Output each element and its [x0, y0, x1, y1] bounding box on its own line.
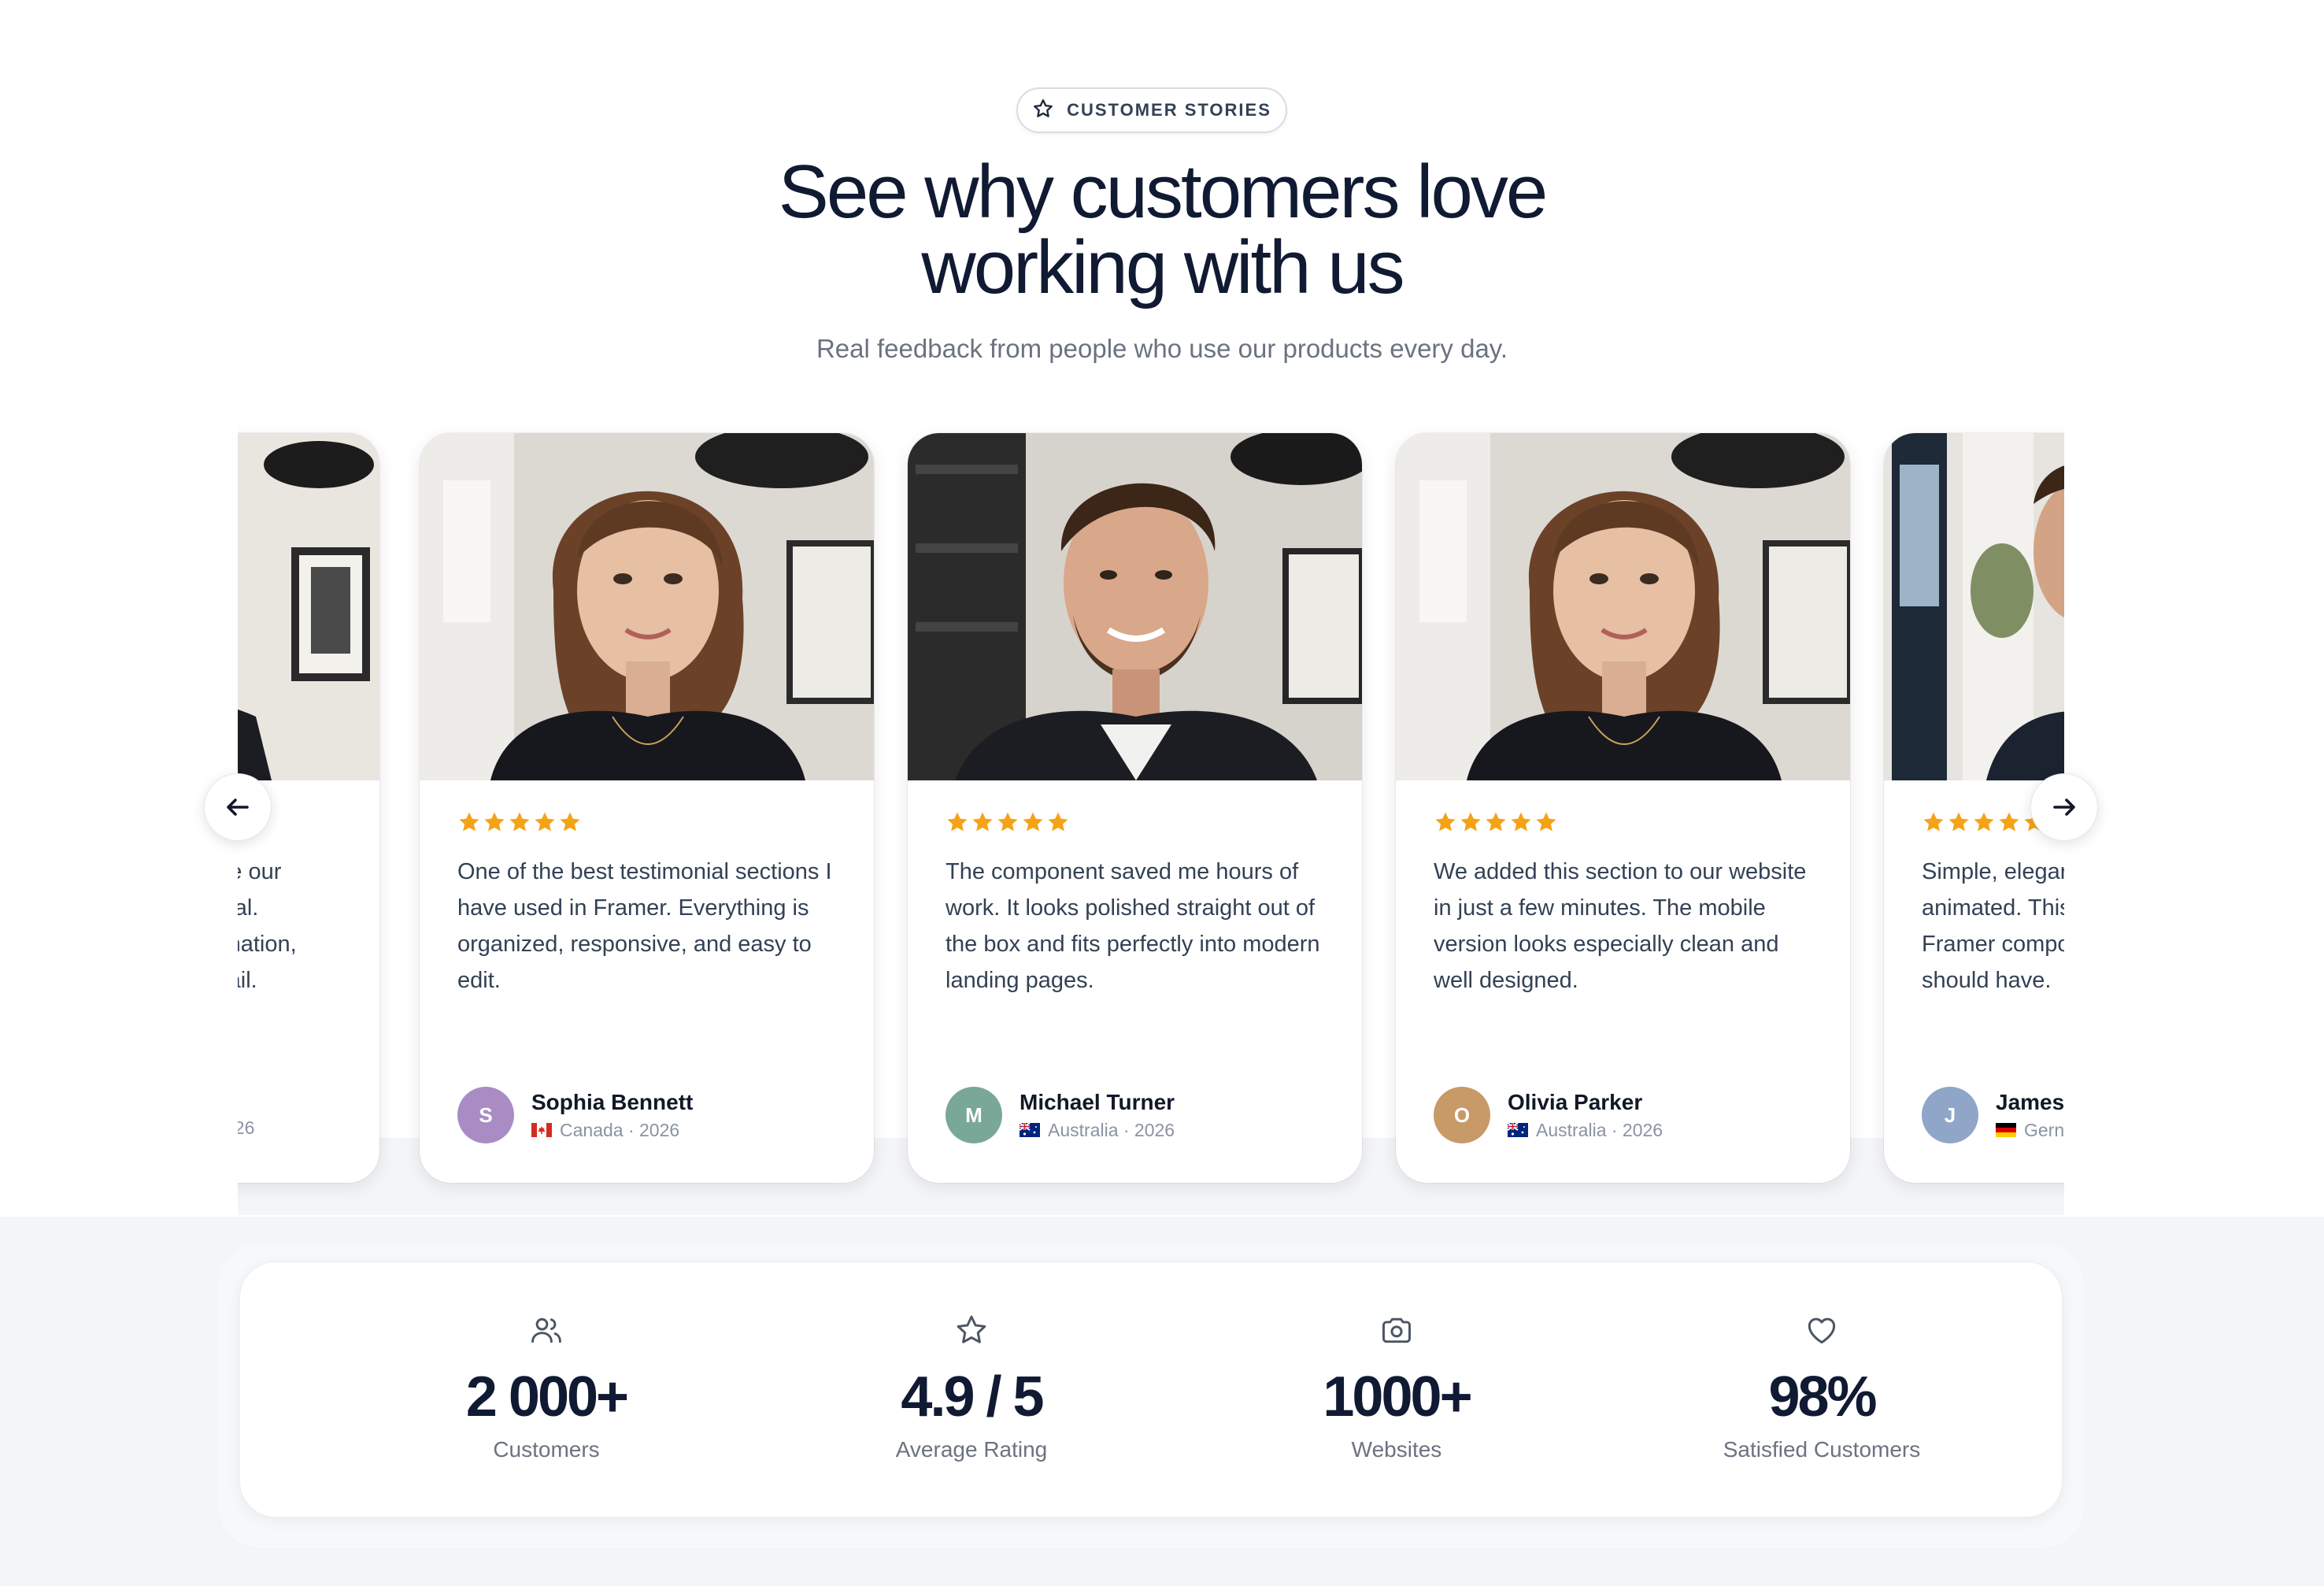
title-line-2: working with us	[921, 225, 1404, 309]
customer-photo	[420, 433, 874, 780]
stat-websites: 1000+ Websites	[1184, 1313, 1609, 1462]
star-rating	[946, 808, 1324, 836]
star-icon	[1023, 812, 1043, 832]
star-icon	[1536, 812, 1556, 832]
page-title: See why customers love working with us	[611, 154, 1713, 306]
author-location: Australia · 2026	[1048, 1119, 1175, 1140]
star-outline-icon	[957, 1315, 986, 1343]
page-subtitle: Real feedback from people who use our pr…	[816, 334, 1508, 363]
stat-label: Customers	[493, 1437, 600, 1462]
author: J James Gern	[1922, 1087, 2064, 1143]
star-icon	[947, 812, 968, 832]
heart-icon	[1808, 1317, 1836, 1344]
quote-line: nimation,	[238, 932, 297, 957]
star-icon	[1435, 812, 1456, 832]
author: S Sophia Bennett Canada · 2026	[457, 1087, 693, 1143]
quote-line: ional.	[238, 895, 259, 921]
star-icon	[1974, 812, 1994, 832]
quote-line: letail.	[238, 968, 257, 993]
testimonial-carousel: ade our ional. nimation, letail. 026	[238, 425, 2064, 1215]
testimonial-card[interactable]: One of the best testimonial sections I h…	[420, 433, 874, 1183]
stat-rating: 4.9 / 5 Average Rating	[759, 1313, 1184, 1462]
stat-satisfaction: 98% Satisfied Customers	[1609, 1313, 2034, 1462]
author-location: 026	[238, 1117, 255, 1138]
quote-line: Framer compo	[1922, 932, 2064, 957]
star-icon	[1048, 812, 1068, 832]
stat-label: Average Rating	[895, 1437, 1048, 1462]
star-icon	[997, 812, 1018, 832]
arrow-left-icon	[227, 799, 249, 816]
customer-photo	[1396, 433, 1850, 780]
customer-photo	[1884, 433, 2064, 780]
author: O Olivia Parker Australia · 2026	[1434, 1087, 1663, 1143]
author-location: Australia · 2026	[1536, 1119, 1663, 1140]
quote-line: Simple, elegar	[1922, 859, 2064, 884]
author: M Michael Turner Australia · 2026	[946, 1087, 1175, 1143]
stats-panel: 2 000+ Customers 4.9 / 5 Average Rating …	[239, 1262, 2063, 1517]
camera-icon	[1382, 1317, 1411, 1343]
star-rating	[1434, 808, 1812, 836]
star-icon	[459, 812, 479, 832]
users-icon	[531, 1317, 561, 1343]
title-line-1: See why customers love	[778, 150, 1548, 234]
stat-value: 2 000+	[465, 1366, 629, 1429]
testimonial-quote: We added this section to our website in …	[1434, 859, 1807, 993]
author-location: Gern	[2024, 1119, 2064, 1140]
avatar: S	[457, 1087, 514, 1143]
author-location: Canada · 2026	[560, 1119, 680, 1140]
customer-stories-badge: CUSTOMER STORIES	[1016, 87, 1287, 133]
author-name: James	[1996, 1089, 2064, 1114]
testimonial-quote: Simple, elegar animated. This Framer com…	[1922, 854, 2064, 999]
quote-line: should have.	[1922, 968, 2052, 993]
star-icon	[535, 812, 555, 832]
star-icon	[1486, 812, 1506, 832]
star-icon	[1460, 812, 1481, 832]
star-icon	[1511, 812, 1531, 832]
star-icon	[1999, 812, 2019, 832]
customer-photo	[238, 433, 379, 780]
stat-label: Satisfied Customers	[1723, 1437, 1921, 1462]
carousel-prev-button[interactable]	[204, 773, 272, 841]
quote-line: animated. This	[1922, 895, 2064, 921]
arrow-right-icon	[2053, 799, 2075, 816]
star-icon	[509, 812, 530, 832]
testimonial-quote: The component saved me hours of work. It…	[946, 859, 1320, 993]
star-rating	[457, 808, 836, 836]
germany-flag-icon	[1996, 1123, 2016, 1137]
author-name: Sophia Bennett	[531, 1089, 694, 1114]
star-icon	[560, 812, 580, 832]
stat-value: 1000+	[1323, 1366, 1472, 1429]
testimonial-card[interactable]: We added this section to our website in …	[1396, 433, 1850, 1183]
avatar: M	[946, 1087, 1002, 1143]
canada-flag-icon	[531, 1123, 552, 1137]
star-icon	[972, 812, 993, 832]
australia-flag-icon	[1020, 1123, 1040, 1137]
star-outline-icon	[1032, 98, 1054, 124]
stat-value: 98%	[1768, 1366, 1877, 1429]
star-icon	[484, 812, 505, 832]
stat-customers: 2 000+ Customers	[334, 1313, 759, 1462]
author-name: Olivia Parker	[1508, 1089, 1643, 1114]
star-icon	[1923, 812, 1944, 832]
testimonial-quote: One of the best testimonial sections I h…	[457, 859, 832, 993]
quote-line: ade our	[238, 859, 282, 884]
author-name: Michael Turner	[1020, 1089, 1175, 1114]
customer-photo	[908, 433, 1362, 780]
stat-label: Websites	[1351, 1437, 1442, 1462]
avatar: O	[1434, 1087, 1490, 1143]
carousel-next-button[interactable]	[2030, 773, 2098, 841]
testimonial-card[interactable]: The component saved me hours of work. It…	[908, 433, 1362, 1183]
avatar: J	[1922, 1087, 1978, 1143]
author-meta: 026	[238, 1113, 254, 1139]
stat-value: 4.9 / 5	[901, 1366, 1044, 1429]
badge-label: CUSTOMER STORIES	[1067, 100, 1271, 120]
australia-flag-icon	[1508, 1123, 1528, 1137]
testimonial-quote: ade our ional. nimation, letail.	[238, 854, 342, 999]
star-icon	[1948, 812, 1969, 832]
